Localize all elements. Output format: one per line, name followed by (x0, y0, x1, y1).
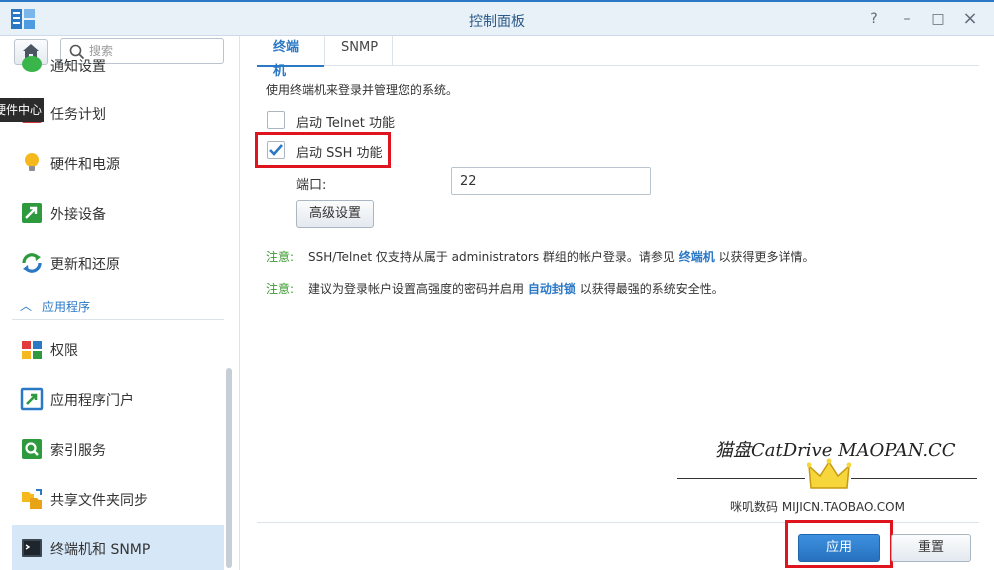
sidebar-item-application-portal[interactable]: 应用程序门户 (12, 376, 224, 422)
auto-block-link[interactable]: 自动封锁 (528, 282, 576, 296)
sidebar-item-shared-folder-sync[interactable]: 共享文件夹同步 (12, 476, 224, 522)
reset-button[interactable]: 重置 (891, 534, 971, 562)
tooltip: 硬件中心 (0, 98, 44, 122)
app-portal-icon (20, 387, 44, 411)
watermark-line-right (851, 478, 977, 479)
section-header-applications[interactable]: ︿ 应用程序 (12, 290, 224, 320)
port-input[interactable] (451, 167, 651, 195)
sidebar-item-label: 硬件和电源 (50, 157, 120, 173)
watermark-line-left (677, 478, 805, 479)
permissions-icon (22, 341, 42, 359)
sidebar-item-label: 外接设备 (50, 207, 106, 223)
tab-terminal[interactable]: 终端机 (257, 36, 325, 79)
terminal-icon (22, 539, 42, 557)
advanced-settings-button[interactable]: 高级设置 (296, 200, 374, 228)
sidebar-item-terminal-snmp[interactable]: 终端机和 SNMP (12, 525, 224, 570)
index-search-icon (22, 439, 42, 459)
help-icon[interactable]: ? (865, 10, 883, 28)
chat-bubble-icon (22, 56, 42, 72)
sidebar-item-update-restore[interactable]: 更新和还原 (12, 240, 224, 286)
sidebar-item-label: 权限 (50, 343, 78, 359)
sidebar-item-label: 应用程序门户 (50, 393, 134, 409)
folder-sync-icon (22, 489, 42, 509)
section-header-label: 应用程序 (42, 300, 91, 314)
maximize-icon[interactable]: □ (929, 10, 947, 28)
sidebar-scrollbar[interactable] (226, 368, 232, 568)
ssh-highlight-box (255, 132, 391, 168)
note-prefix: 注意: (266, 282, 295, 296)
sidebar-item-indexing-service[interactable]: 索引服务 (12, 426, 224, 472)
minimize-icon[interactable]: – (898, 10, 916, 28)
update-icon (22, 253, 42, 273)
sidebar-item-privileges[interactable]: 权限 (12, 326, 224, 372)
sidebar-item-label: 更新和还原 (50, 257, 120, 273)
note-ssh-telnet: 注意: SSH/Telnet 仅支持从属于 administrators 群组的帐… (266, 248, 815, 265)
lightbulb-icon (25, 153, 39, 171)
note-text: 以获得更多详情。 (714, 250, 815, 264)
note-text: 以获得最强的系统安全性。 (575, 282, 724, 296)
sidebar-item-label: 索引服务 (50, 443, 106, 459)
tab-bar: 终端机 SNMP (257, 36, 979, 79)
note-password: 注意: 建议为登录帐户设置高强度的密码并启用 自动封锁 以获得最强的系统安全性。 (266, 280, 724, 297)
note-prefix: 注意: (266, 250, 295, 264)
note-text: 建议为登录帐户设置高强度的密码并启用 (308, 282, 528, 296)
telnet-label: 启动 Telnet 功能 (296, 116, 395, 131)
chevron-up-icon: ︿ (20, 299, 33, 313)
port-label: 端口: (296, 178, 327, 193)
sidebar-item-label: 共享文件夹同步 (50, 493, 148, 509)
close-icon[interactable]: × (961, 10, 979, 28)
terminal-help-link[interactable]: 终端机 (679, 250, 715, 264)
window-title: 控制面板 (469, 14, 525, 30)
watermark-subtitle: 咪叽数码 MIJICN.TAOBAO.COM (730, 500, 905, 514)
terminal-description: 使用终端机来登录并管理您的系统。 (266, 83, 459, 97)
apply-highlight-box (785, 520, 893, 568)
external-device-icon (22, 203, 42, 223)
main-panel: 终端机 SNMP 使用终端机来登录并管理您的系统。 启动 Telnet 功能 启… (241, 36, 994, 570)
tooltip-text: 硬件中心 (0, 103, 42, 117)
sidebar-item-label: 通知设置 (50, 59, 106, 75)
title-bar: 控制面板 ? – □ × (0, 0, 994, 36)
sidebar-item-external-devices[interactable]: 外接设备 (12, 190, 224, 236)
tab-snmp[interactable]: SNMP (325, 36, 393, 66)
sidebar-item-label: 任务计划 (50, 107, 106, 123)
telnet-checkbox[interactable] (267, 111, 285, 129)
sidebar-item-label: 终端机和 SNMP (50, 542, 151, 558)
sidebar: 通知设置 任务计划 硬件和电源 外接设备 更新和还原 ︿ 应用 (0, 36, 240, 570)
sidebar-item-hardware-power[interactable]: 硬件和电源 (12, 140, 224, 186)
crown-icon (807, 458, 851, 489)
note-text: SSH/Telnet 仅支持从属于 administrators 群组的帐户登录… (308, 250, 679, 264)
